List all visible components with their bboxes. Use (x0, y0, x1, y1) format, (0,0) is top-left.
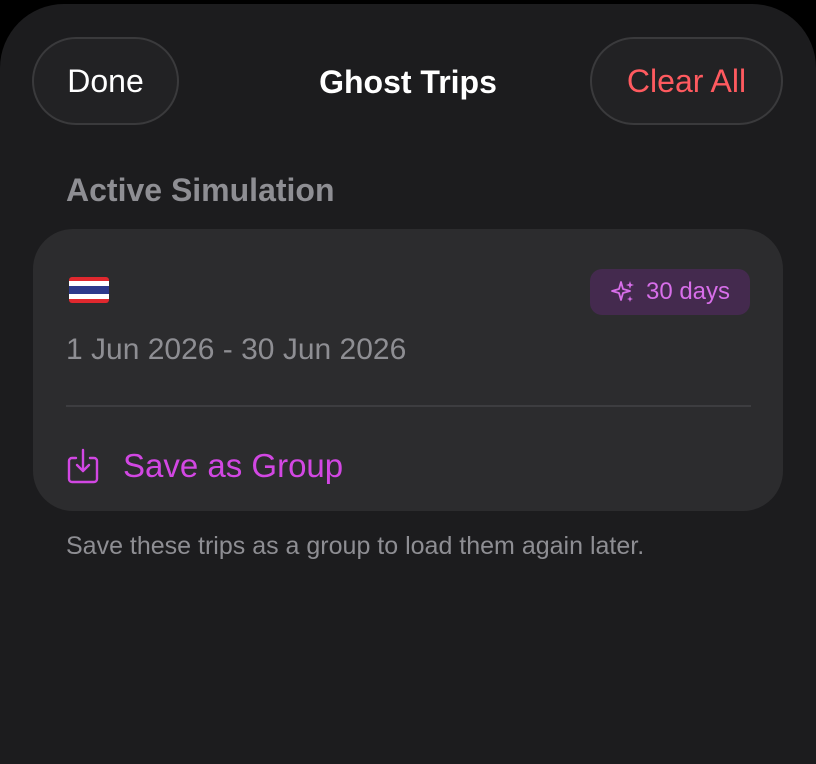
trip-card: 30 days 1 Jun 2026 - 30 Jun 2026 Save as… (33, 229, 783, 511)
save-download-icon (63, 446, 103, 486)
duration-badge-label: 30 days (645, 278, 731, 305)
save-as-group-button[interactable]: Save as Group (63, 441, 343, 491)
ghost-trips-sheet: Done Ghost Trips Clear All Active Simula… (0, 4, 816, 764)
trip-date-range: 1 Jun 2026 - 30 Jun 2026 (66, 333, 407, 366)
save-as-group-label: Save as Group (123, 447, 344, 484)
duration-badge: 30 days (590, 269, 750, 315)
section-header-active-simulation: Active Simulation (66, 172, 335, 208)
sparkles-icon (610, 279, 636, 305)
clear-all-button[interactable]: Clear All (590, 37, 783, 125)
card-divider (66, 405, 751, 407)
footer-note: Save these trips as a group to load them… (66, 532, 645, 560)
thailand-flag-icon (69, 277, 109, 303)
